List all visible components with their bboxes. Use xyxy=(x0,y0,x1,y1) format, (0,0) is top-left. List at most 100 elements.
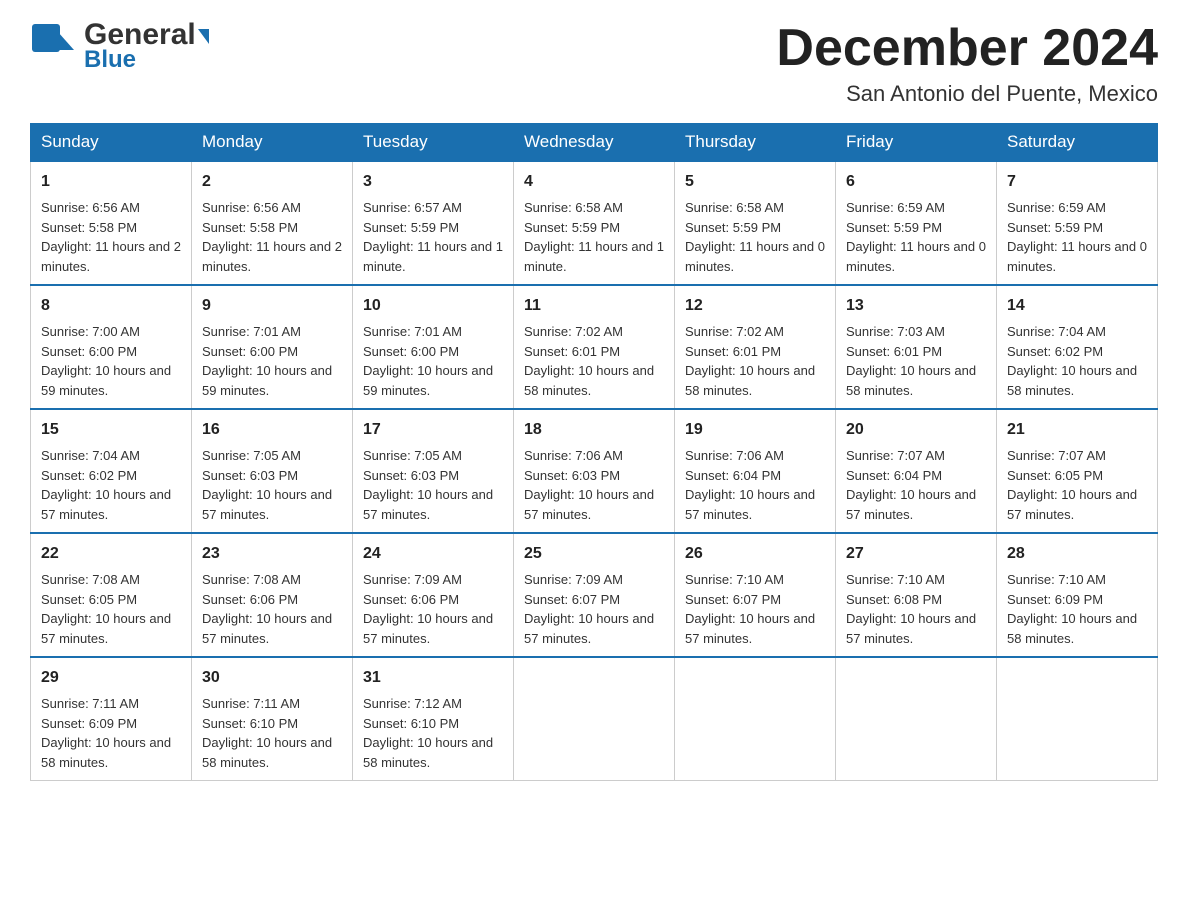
day-info: Sunrise: 7:01 AMSunset: 6:00 PMDaylight:… xyxy=(202,322,342,400)
day-info: Sunrise: 7:03 AMSunset: 6:01 PMDaylight:… xyxy=(846,322,986,400)
calendar-day-24: 24 Sunrise: 7:09 AMSunset: 6:06 PMDayligh… xyxy=(353,533,514,657)
calendar-day-12: 12 Sunrise: 7:02 AMSunset: 6:01 PMDayligh… xyxy=(675,285,836,409)
day-info: Sunrise: 7:12 AMSunset: 6:10 PMDaylight:… xyxy=(363,694,503,772)
calendar-day-10: 10 Sunrise: 7:01 AMSunset: 6:00 PMDayligh… xyxy=(353,285,514,409)
header-day-wednesday: Wednesday xyxy=(514,124,675,162)
logo-blue: Blue xyxy=(84,48,209,72)
calendar-day-7: 7 Sunrise: 6:59 AMSunset: 5:59 PMDaylight… xyxy=(997,161,1158,285)
day-info: Sunrise: 7:11 AMSunset: 6:09 PMDaylight:… xyxy=(41,694,181,772)
day-number: 30 xyxy=(202,666,342,690)
day-info: Sunrise: 7:02 AMSunset: 6:01 PMDaylight:… xyxy=(685,322,825,400)
day-number: 14 xyxy=(1007,294,1147,318)
header-day-monday: Monday xyxy=(192,124,353,162)
day-info: Sunrise: 7:09 AMSunset: 6:06 PMDaylight:… xyxy=(363,570,503,648)
calendar-day-14: 14 Sunrise: 7:04 AMSunset: 6:02 PMDayligh… xyxy=(997,285,1158,409)
header-day-sunday: Sunday xyxy=(31,124,192,162)
day-info: Sunrise: 6:58 AMSunset: 5:59 PMDaylight:… xyxy=(685,198,825,276)
calendar-week-row: 15 Sunrise: 7:04 AMSunset: 6:02 PMDayligh… xyxy=(31,409,1158,533)
day-number: 26 xyxy=(685,542,825,566)
calendar-table: SundayMondayTuesdayWednesdayThursdayFrid… xyxy=(30,123,1158,781)
day-info: Sunrise: 7:06 AMSunset: 6:04 PMDaylight:… xyxy=(685,446,825,524)
day-info: Sunrise: 6:59 AMSunset: 5:59 PMDaylight:… xyxy=(1007,198,1147,276)
header-day-friday: Friday xyxy=(836,124,997,162)
day-number: 1 xyxy=(41,170,181,194)
calendar-week-row: 29 Sunrise: 7:11 AMSunset: 6:09 PMDayligh… xyxy=(31,657,1158,781)
calendar-day-9: 9 Sunrise: 7:01 AMSunset: 6:00 PMDaylight… xyxy=(192,285,353,409)
day-number: 6 xyxy=(846,170,986,194)
calendar-day-28: 28 Sunrise: 7:10 AMSunset: 6:09 PMDayligh… xyxy=(997,533,1158,657)
calendar-day-17: 17Sunrise: 7:05 AMSunset: 6:03 PMDayligh… xyxy=(353,409,514,533)
day-info: Sunrise: 7:00 AMSunset: 6:00 PMDaylight:… xyxy=(41,322,181,400)
day-info: Sunrise: 7:07 AMSunset: 6:04 PMDaylight:… xyxy=(846,446,986,524)
day-number: 23 xyxy=(202,542,342,566)
general-blue-icon xyxy=(30,22,78,70)
day-number: 4 xyxy=(524,170,664,194)
calendar-week-row: 8 Sunrise: 7:00 AMSunset: 6:00 PMDaylight… xyxy=(31,285,1158,409)
calendar-day-18: 18Sunrise: 7:06 AMSunset: 6:03 PMDayligh… xyxy=(514,409,675,533)
header-area: General Blue December 2024 San Antonio d… xyxy=(30,20,1158,107)
day-number: 13 xyxy=(846,294,986,318)
calendar-day-15: 15 Sunrise: 7:04 AMSunset: 6:02 PMDayligh… xyxy=(31,409,192,533)
calendar-day-29: 29 Sunrise: 7:11 AMSunset: 6:09 PMDayligh… xyxy=(31,657,192,781)
day-info: Sunrise: 6:57 AMSunset: 5:59 PMDaylight:… xyxy=(363,198,503,276)
day-info: Sunrise: 6:58 AMSunset: 5:59 PMDaylight:… xyxy=(524,198,664,276)
calendar-day-27: 27Sunrise: 7:10 AMSunset: 6:08 PMDayligh… xyxy=(836,533,997,657)
day-number: 29 xyxy=(41,666,181,690)
calendar-day-2: 2Sunrise: 6:56 AMSunset: 5:58 PMDaylight… xyxy=(192,161,353,285)
calendar-day-13: 13 Sunrise: 7:03 AMSunset: 6:01 PMDayligh… xyxy=(836,285,997,409)
calendar-day-23: 23Sunrise: 7:08 AMSunset: 6:06 PMDayligh… xyxy=(192,533,353,657)
day-number: 8 xyxy=(41,294,181,318)
month-title: December 2024 xyxy=(776,20,1158,77)
day-info: Sunrise: 6:56 AMSunset: 5:58 PMDaylight:… xyxy=(202,198,342,276)
day-info: Sunrise: 7:04 AMSunset: 6:02 PMDaylight:… xyxy=(1007,322,1147,400)
day-number: 17 xyxy=(363,418,503,442)
calendar-day-4: 4 Sunrise: 6:58 AMSunset: 5:59 PMDaylight… xyxy=(514,161,675,285)
day-info: Sunrise: 7:05 AMSunset: 6:03 PMDaylight:… xyxy=(202,446,342,524)
calendar-day-30: 30 Sunrise: 7:11 AMSunset: 6:10 PMDayligh… xyxy=(192,657,353,781)
day-number: 11 xyxy=(524,294,664,318)
day-info: Sunrise: 6:59 AMSunset: 5:59 PMDaylight:… xyxy=(846,198,986,276)
day-number: 5 xyxy=(685,170,825,194)
day-number: 31 xyxy=(363,666,503,690)
day-info: Sunrise: 7:10 AMSunset: 6:09 PMDaylight:… xyxy=(1007,570,1147,648)
calendar-day-19: 19Sunrise: 7:06 AMSunset: 6:04 PMDayligh… xyxy=(675,409,836,533)
logo-wrap: General Blue xyxy=(30,20,209,72)
header-day-thursday: Thursday xyxy=(675,124,836,162)
calendar-day-25: 25Sunrise: 7:09 AMSunset: 6:07 PMDayligh… xyxy=(514,533,675,657)
day-info: Sunrise: 7:07 AMSunset: 6:05 PMDaylight:… xyxy=(1007,446,1147,524)
day-number: 24 xyxy=(363,542,503,566)
calendar-day-11: 11 Sunrise: 7:02 AMSunset: 6:01 PMDayligh… xyxy=(514,285,675,409)
calendar-day-21: 21 Sunrise: 7:07 AMSunset: 6:05 PMDayligh… xyxy=(997,409,1158,533)
calendar-empty-cell xyxy=(514,657,675,781)
day-info: Sunrise: 7:04 AMSunset: 6:02 PMDaylight:… xyxy=(41,446,181,524)
day-info: Sunrise: 7:08 AMSunset: 6:05 PMDaylight:… xyxy=(41,570,181,648)
day-info: Sunrise: 7:01 AMSunset: 6:00 PMDaylight:… xyxy=(363,322,503,400)
calendar-day-1: 1Sunrise: 6:56 AMSunset: 5:58 PMDaylight… xyxy=(31,161,192,285)
day-number: 22 xyxy=(41,542,181,566)
calendar-week-row: 1 Sunrise: 6:56 AMSunset: 5:58 PMDaylight… xyxy=(31,161,1158,285)
calendar-empty-cell xyxy=(836,657,997,781)
day-number: 21 xyxy=(1007,418,1147,442)
day-info: Sunrise: 7:02 AMSunset: 6:01 PMDaylight:… xyxy=(524,322,664,400)
logo-container: General Blue xyxy=(30,20,209,72)
header-day-tuesday: Tuesday xyxy=(353,124,514,162)
title-area: December 2024 San Antonio del Puente, Me… xyxy=(776,20,1158,107)
day-number: 28 xyxy=(1007,542,1147,566)
day-number: 18 xyxy=(524,418,664,442)
day-number: 15 xyxy=(41,418,181,442)
day-number: 9 xyxy=(202,294,342,318)
day-info: Sunrise: 7:11 AMSunset: 6:10 PMDaylight:… xyxy=(202,694,342,772)
calendar-week-row: 22 Sunrise: 7:08 AMSunset: 6:05 PMDayligh… xyxy=(31,533,1158,657)
calendar-empty-cell xyxy=(997,657,1158,781)
calendar-empty-cell xyxy=(675,657,836,781)
calendar-day-26: 26 Sunrise: 7:10 AMSunset: 6:07 PMDayligh… xyxy=(675,533,836,657)
day-number: 12 xyxy=(685,294,825,318)
day-number: 7 xyxy=(1007,170,1147,194)
calendar-day-6: 6 Sunrise: 6:59 AMSunset: 5:59 PMDaylight… xyxy=(836,161,997,285)
day-info: Sunrise: 7:10 AMSunset: 6:08 PMDaylight:… xyxy=(846,570,986,648)
calendar-day-3: 3Sunrise: 6:57 AMSunset: 5:59 PMDaylight… xyxy=(353,161,514,285)
calendar-day-8: 8 Sunrise: 7:00 AMSunset: 6:00 PMDaylight… xyxy=(31,285,192,409)
calendar-day-16: 16Sunrise: 7:05 AMSunset: 6:03 PMDayligh… xyxy=(192,409,353,533)
day-info: Sunrise: 7:10 AMSunset: 6:07 PMDaylight:… xyxy=(685,570,825,648)
day-number: 10 xyxy=(363,294,503,318)
